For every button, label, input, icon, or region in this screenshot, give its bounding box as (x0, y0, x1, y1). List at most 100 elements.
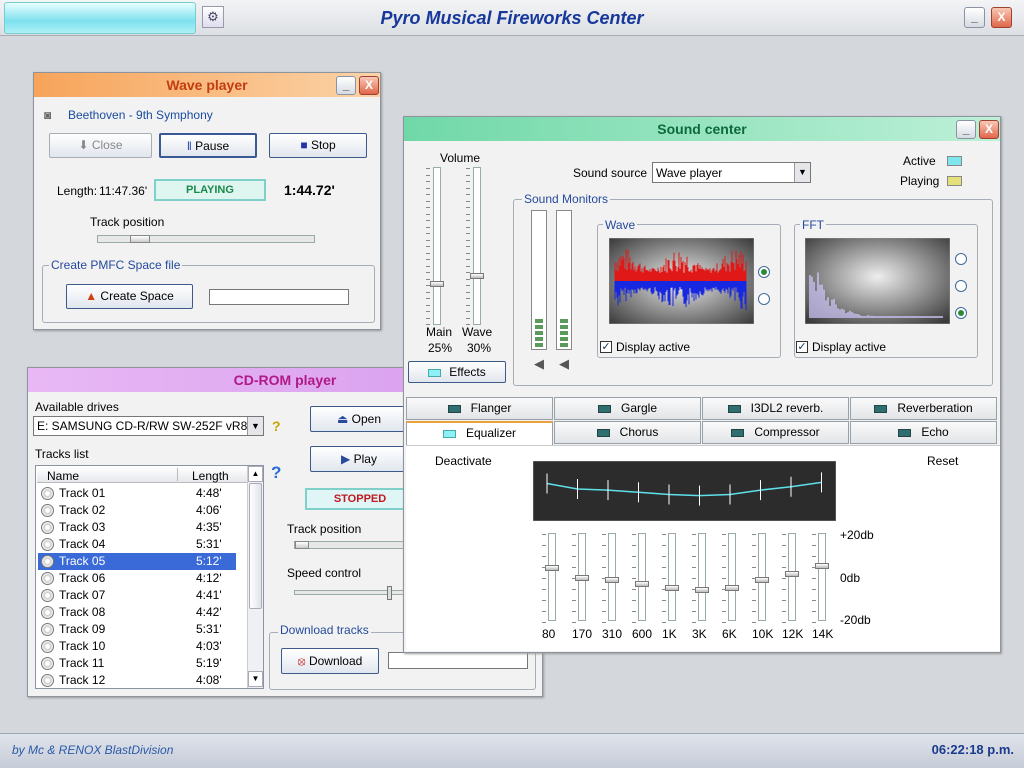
eq-band-slider[interactable] (812, 533, 829, 623)
eq-band-thumb[interactable] (815, 563, 829, 569)
tab-echo[interactable]: Echo (850, 421, 997, 444)
eq-band-thumb[interactable] (635, 581, 649, 587)
col-name-header[interactable]: Name (47, 469, 79, 483)
eq-band-thumb[interactable] (695, 587, 709, 593)
wave-player-minimize-button[interactable]: _ (336, 76, 356, 95)
col-length-header[interactable]: Length (192, 469, 229, 483)
scroll-thumb[interactable] (249, 483, 262, 609)
eq-band-thumb[interactable] (755, 577, 769, 583)
tab-gargle[interactable]: Gargle (554, 397, 701, 420)
track-row[interactable]: Track 08 4:42' (38, 604, 236, 621)
eq-band-thumb[interactable] (575, 575, 589, 581)
fft-mode-radio-2[interactable] (955, 280, 967, 292)
chevron-down-icon[interactable]: ▼ (794, 163, 810, 182)
track-row[interactable]: Track 12 4:08' (38, 672, 236, 689)
fft-mode-radio-3[interactable] (955, 307, 967, 319)
eq-tick (662, 578, 666, 579)
eq-band-slider[interactable] (662, 533, 679, 623)
cd-track-position-slider[interactable] (294, 541, 414, 549)
wave-volume-slider[interactable] (466, 167, 484, 325)
sound-source-select[interactable]: Wave player ▼ (652, 162, 811, 183)
tracks-scrollbar[interactable]: ▲ ▼ (247, 466, 263, 688)
speed-control-slider[interactable] (294, 586, 414, 600)
tab-label: Echo (921, 425, 949, 439)
track-row[interactable]: Track 07 4:41' (38, 587, 236, 604)
track-position-thumb[interactable] (130, 235, 150, 243)
track-row[interactable]: Track 04 5:31' (38, 536, 236, 553)
play-button[interactable]: ▶ Play (310, 446, 408, 472)
help-yellow-icon[interactable]: ? (272, 418, 281, 434)
eq-band-slider[interactable] (722, 533, 739, 623)
eq-band-thumb[interactable] (545, 565, 559, 571)
stop-button[interactable]: ■ Stop (269, 133, 367, 158)
track-row[interactable]: Track 09 5:31' (38, 621, 236, 638)
eq-tick (542, 556, 546, 557)
wave-volume-thumb[interactable] (470, 273, 484, 279)
tab-chorus[interactable]: Chorus (554, 421, 701, 444)
speed-control-label: Speed control (287, 566, 362, 580)
tab-indicator-icon (597, 404, 611, 413)
sound-center-minimize-button[interactable]: _ (956, 120, 976, 139)
main-volume-thumb[interactable] (430, 281, 444, 287)
eq-band-thumb[interactable] (605, 577, 619, 583)
wave-mode-radio-2[interactable] (758, 293, 770, 305)
eq-band-slider[interactable] (782, 533, 799, 623)
volume-tick (466, 174, 470, 176)
tab-i3dl2-reverb-[interactable]: I3DL2 reverb. (702, 397, 849, 420)
track-position-slider[interactable] (97, 235, 315, 243)
track-row[interactable]: Track 03 4:35' (38, 519, 236, 536)
eq-band-thumb[interactable] (725, 585, 739, 591)
sound-center-close-button[interactable]: X (979, 120, 999, 139)
track-name: Track 01 (59, 486, 106, 500)
volume-tick (426, 194, 430, 195)
eq-band-slider[interactable] (602, 533, 619, 623)
track-row[interactable]: Track 10 4:03' (38, 638, 236, 655)
eq-band-slider[interactable] (542, 533, 559, 623)
sound-center-title: Sound center (404, 117, 1000, 141)
reset-button[interactable]: Reset (927, 454, 958, 468)
minimize-button[interactable]: _ (964, 7, 985, 28)
eq-band-thumb[interactable] (785, 571, 799, 577)
wave-player-close-button[interactable]: X (359, 76, 379, 95)
eq-band-slider[interactable] (752, 533, 769, 623)
track-row[interactable]: Track 02 4:06' (38, 502, 236, 519)
scroll-down-arrow-icon[interactable]: ▼ (248, 671, 263, 687)
scroll-up-arrow-icon[interactable]: ▲ (248, 466, 263, 482)
effects-button[interactable]: Effects (408, 361, 506, 383)
eq-band-thumb[interactable] (665, 585, 679, 591)
drive-select[interactable]: E: SAMSUNG CD-R/RW SW-252F vR802 ▼ (33, 416, 264, 436)
tab-equalizer[interactable]: Equalizer (406, 421, 553, 447)
track-row[interactable]: Track 01 4:48' (38, 485, 236, 502)
speed-control-thumb[interactable] (387, 586, 392, 600)
track-row[interactable]: Track 11 5:19' (38, 655, 236, 672)
pause-button[interactable]: ‖ Pause (159, 133, 257, 158)
download-button[interactable]: ⦻ Download (281, 648, 379, 674)
tab-compressor[interactable]: Compressor (702, 421, 849, 444)
track-row[interactable]: Track 05 5:12' (38, 553, 236, 570)
eq-band-slider[interactable] (572, 533, 589, 623)
wave-mode-radio-1[interactable] (758, 266, 770, 278)
tab-reverberation[interactable]: Reverberation (850, 397, 997, 420)
open-button[interactable]: ⏏ Open (310, 406, 408, 432)
tracks-list[interactable]: Name Length Track 01 4:48' Track 02 4:06' Tr… (35, 465, 264, 689)
deactivate-button[interactable]: Deactivate (435, 454, 492, 468)
wave-display-active-checkbox[interactable]: ✓ (600, 341, 612, 353)
help-blue-icon[interactable]: ? (271, 463, 281, 483)
eq-tick (602, 611, 606, 612)
cd-track-position-thumb[interactable] (295, 541, 309, 549)
track-row[interactable]: Track 06 4:12' (38, 570, 236, 587)
volume-tick (466, 239, 470, 241)
close-button[interactable]: X (991, 7, 1012, 28)
fft-mode-radio-1[interactable] (955, 253, 967, 265)
chevron-down-icon[interactable]: ▼ (247, 417, 263, 435)
close-track-button[interactable]: ⬇ Close (49, 133, 152, 158)
cd-icon (41, 606, 54, 619)
eq-band-slider[interactable] (692, 533, 709, 623)
volume-tick (426, 226, 430, 228)
tab-flanger[interactable]: Flanger (406, 397, 553, 420)
space-file-field[interactable] (209, 289, 349, 305)
create-space-button[interactable]: ▲ Create Space (66, 284, 193, 309)
eq-band-slider[interactable] (632, 533, 649, 623)
fft-display-active-checkbox[interactable]: ✓ (796, 341, 808, 353)
main-volume-slider[interactable] (426, 167, 444, 325)
